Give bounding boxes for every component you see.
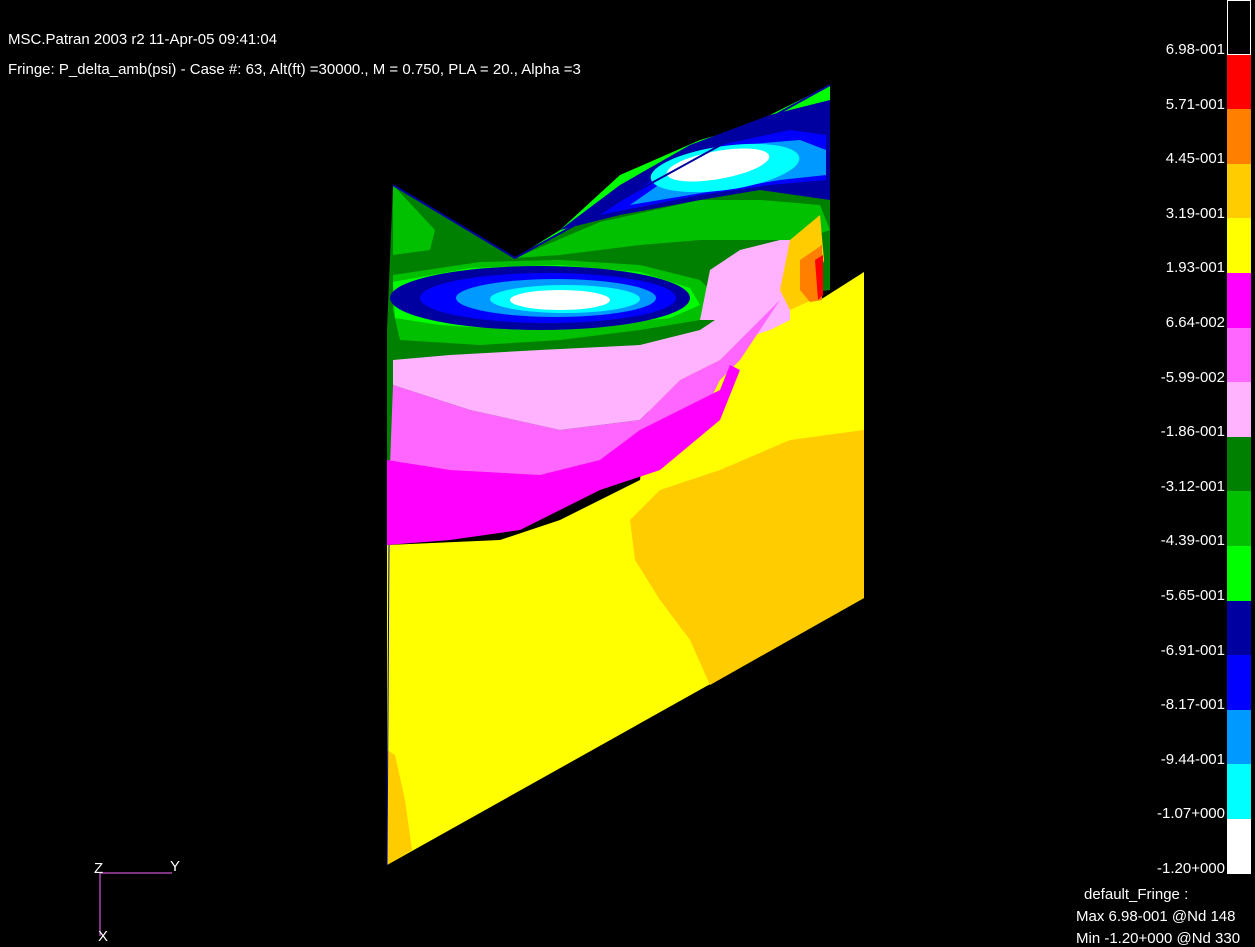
- legend-color-cell: [1227, 655, 1251, 711]
- fringe-plot-viewport[interactable]: [0, 0, 1255, 946]
- legend-color-cell: [1227, 218, 1251, 274]
- legend-tick-label: -1.86-001: [1160, 423, 1225, 441]
- legend-tick-label: -1.07+000: [1157, 805, 1225, 823]
- legend-tick-label: -6.91-001: [1160, 641, 1225, 659]
- legend-tick-label: -3.12-001: [1160, 477, 1225, 495]
- legend-tick-label: 6.64-002: [1165, 314, 1225, 331]
- triad-z-label: Z: [94, 860, 104, 877]
- legend-color-cell: [1227, 546, 1251, 601]
- triad-y-label: Y: [170, 858, 181, 875]
- axis-triad: Z Y X: [92, 858, 192, 946]
- legend-tick-label: -9.44-001: [1160, 750, 1225, 768]
- legend-color-cell: [1227, 764, 1251, 820]
- legend-color-cell: [1227, 491, 1251, 547]
- legend-max: Max 6.98-001 @Nd 148: [1076, 908, 1236, 925]
- legend-color-cell: [1227, 327, 1251, 383]
- legend-min: Min -1.20+000 @Nd 330: [1076, 930, 1241, 947]
- legend-tick-label: -1.20+000: [1157, 860, 1225, 877]
- legend-name: default_Fringe :: [1084, 886, 1189, 903]
- legend-tick-label: 1.93-001: [1165, 259, 1225, 277]
- legend-color-cell: [1227, 54, 1251, 110]
- legend-color-cell: [1227, 600, 1251, 656]
- legend-tick-label: -5.65-001: [1160, 587, 1225, 604]
- triad-x-label: X: [98, 928, 109, 945]
- legend-color-cell: [1227, 709, 1251, 765]
- legend-tick-label: -8.17-001: [1160, 696, 1225, 714]
- legend-color-cell: [1227, 273, 1251, 328]
- legend-color-cell: [1227, 436, 1251, 492]
- legend-color-cell: [1227, 382, 1251, 438]
- legend-tick-label: -4.39-001: [1160, 532, 1225, 550]
- legend-tick-label: 6.98-001: [1165, 41, 1225, 58]
- legend-color-cell: [1227, 0, 1251, 55]
- legend-color-cell: [1227, 163, 1251, 219]
- legend-tick-label: 5.71-001: [1165, 95, 1225, 113]
- legend-color-cell: [1227, 109, 1251, 165]
- legend-color-cell: [1227, 819, 1251, 874]
- legend-tick-label: 4.45-001: [1165, 150, 1225, 168]
- legend-tick-label: -5.99-002: [1160, 368, 1225, 386]
- legend-tick-label: 3.19-001: [1165, 204, 1225, 222]
